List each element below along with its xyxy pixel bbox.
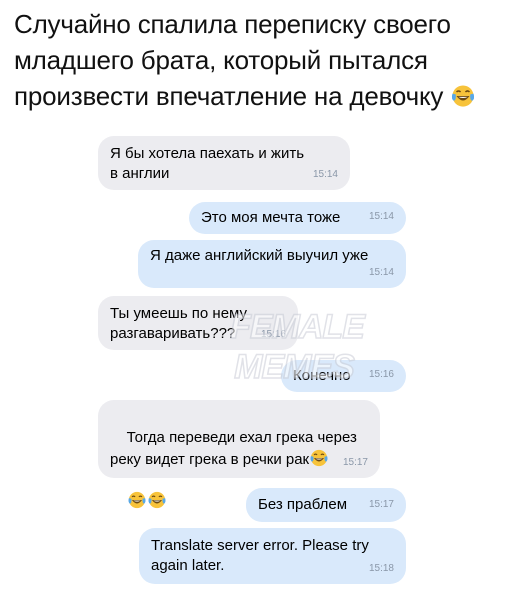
message-incoming: Ты умеешь по нему разгаваривать??? 15:16 — [98, 296, 298, 350]
message-time: 15:18 — [368, 563, 394, 574]
message-incoming: Я бы хотела паехать и жить в англии 15:1… — [98, 136, 350, 190]
message-outgoing: Без праблем 15:17 — [246, 488, 406, 522]
message-text: Я бы хотела паехать и жить в англии — [110, 145, 309, 182]
tears-of-joy-emoji — [309, 448, 329, 468]
message-time: 15:14 — [312, 169, 338, 180]
message-time: 15:14 — [368, 211, 394, 222]
message-time: 15:17 — [368, 499, 394, 510]
message-text: Translate server error. Please try again… — [151, 537, 374, 574]
message-time: 15:17 — [342, 457, 368, 468]
caption-text: Случайно спалила переписку своего младше… — [14, 9, 451, 111]
message-outgoing: Это моя мечта тоже 15:14 — [189, 202, 406, 234]
message-time: 15:16 — [368, 369, 394, 380]
tears-of-joy-emoji — [450, 83, 476, 109]
message-outgoing: Translate server error. Please try again… — [139, 528, 406, 584]
message-incoming: Тогда переведи ехал грека через реку вид… — [98, 400, 380, 478]
message-text: Конечно — [293, 367, 351, 384]
message-text: Ты умеешь по нему разгаваривать??? — [110, 305, 252, 342]
message-outgoing: Конечно 15:16 — [281, 360, 406, 392]
message-time: 15:16 — [260, 329, 286, 340]
message-outgoing: Я даже английский выучил уже 15:14 — [138, 240, 406, 288]
tears-of-joy-emoji — [127, 490, 147, 510]
message-text: Это моя мечта тоже — [201, 209, 341, 226]
message-text: Я даже английский выучил уже — [150, 247, 369, 264]
message-text: Без праблем — [258, 496, 348, 513]
message-time: 15:14 — [368, 267, 394, 278]
tears-of-joy-emoji — [147, 490, 167, 510]
post-caption: Случайно спалила переписку своего младше… — [14, 6, 504, 114]
